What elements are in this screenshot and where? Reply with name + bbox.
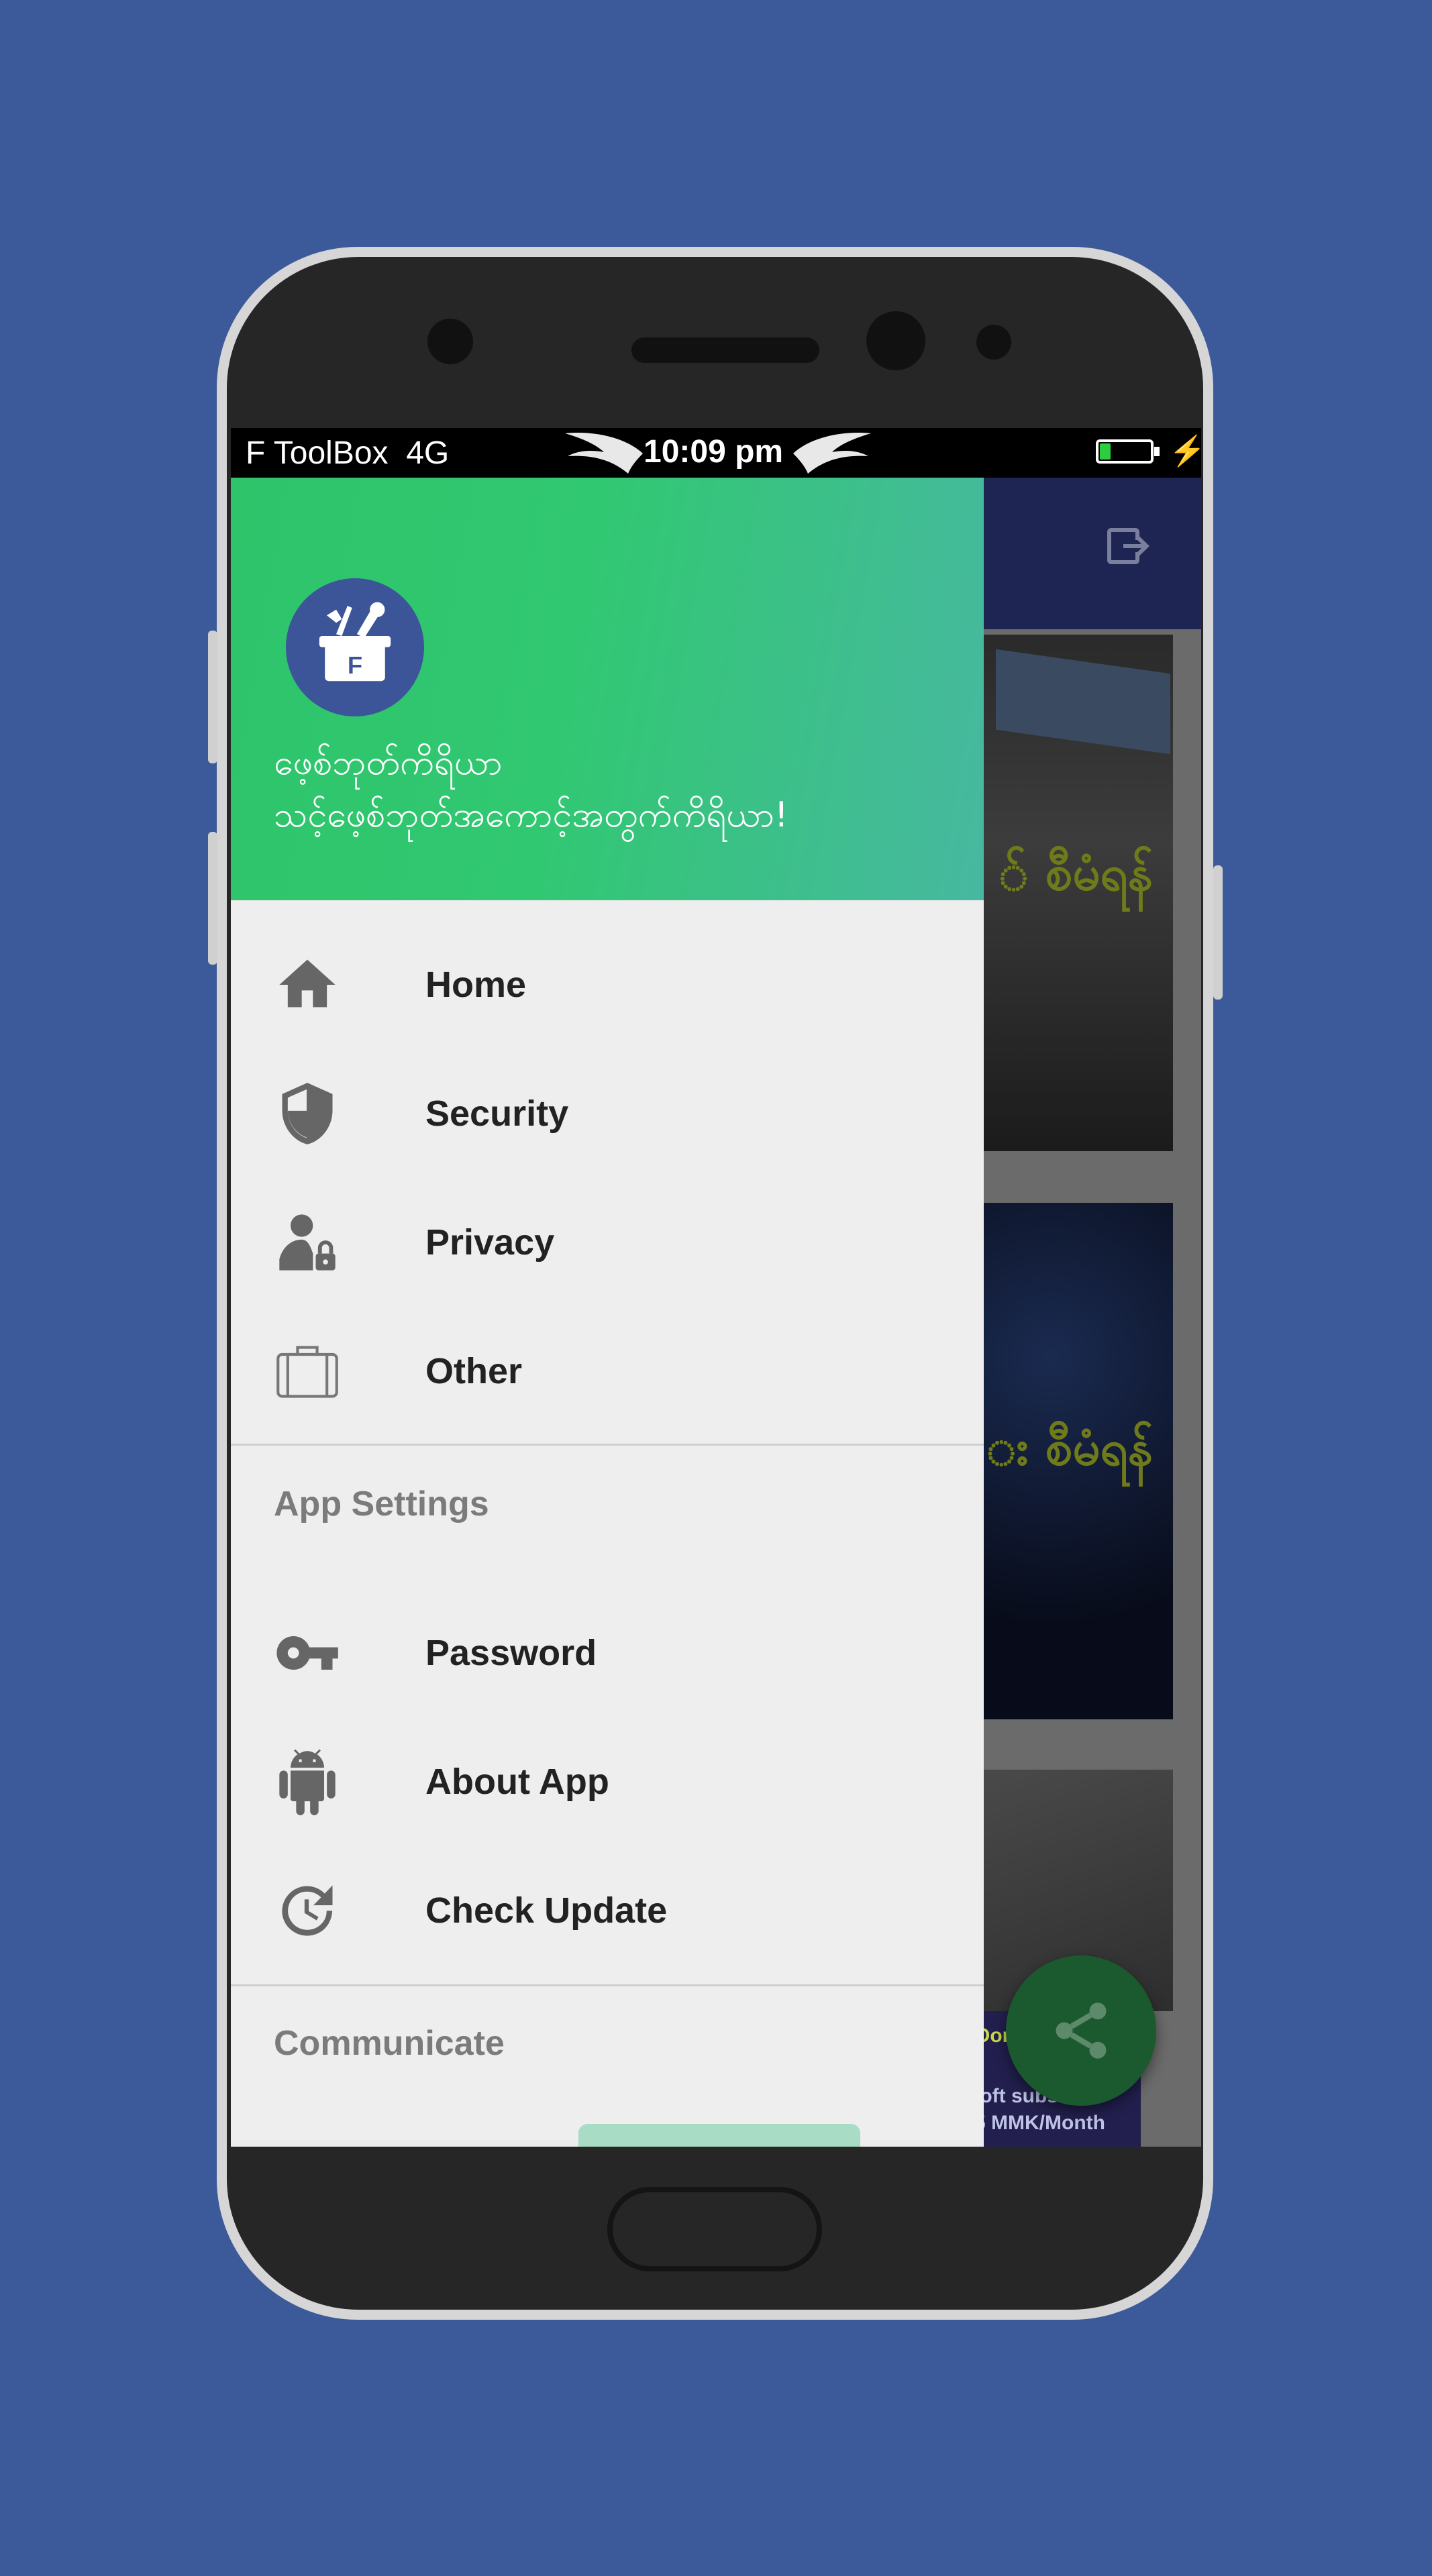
background-card-2[interactable]: း စီမံရန် bbox=[969, 1203, 1173, 1719]
wing-right-icon bbox=[793, 433, 871, 474]
drawer-header: F ဖေ့စ်ဘုတ်ကိရိယာ သင့်ဖေ့စ်ဘုတ်အကောင့်အတ… bbox=[231, 478, 984, 900]
navigation-drawer: F ဖေ့စ်ဘုတ်ကိရိယာ သင့်ဖေ့စ်ဘုတ်အကောင့်အတ… bbox=[231, 478, 984, 2147]
menu-item-label: Privacy bbox=[425, 1222, 555, 1263]
status-time: 10:09 pm bbox=[644, 434, 784, 470]
volume-down-button[interactable] bbox=[208, 832, 217, 965]
menu-item-password[interactable]: Password bbox=[231, 1589, 984, 1717]
briefcase-icon bbox=[276, 1346, 338, 1398]
wing-left-icon bbox=[565, 433, 643, 474]
menu-item-label: Password bbox=[425, 1633, 597, 1673]
android-icon bbox=[279, 1749, 336, 1815]
carrier-name: F ToolBox bbox=[246, 435, 389, 471]
ad-line-3: 5 MMK/Month bbox=[974, 2112, 1105, 2134]
logo-letter: F bbox=[348, 651, 362, 679]
battery-level bbox=[1100, 443, 1111, 460]
network-type: 4G bbox=[406, 435, 450, 471]
battery-icon bbox=[1096, 439, 1154, 464]
menu-item-label: About App bbox=[425, 1762, 609, 1802]
card-2-title: း စီမံရန် bbox=[986, 1419, 1153, 1476]
menu-item-other[interactable]: Other bbox=[231, 1307, 984, 1436]
power-button[interactable] bbox=[1213, 865, 1223, 1000]
share-icon bbox=[1056, 2002, 1107, 2059]
section-header-app-settings: App Settings bbox=[274, 1485, 489, 1523]
background-card-1[interactable]: ် စီမံရန် bbox=[969, 635, 1173, 1151]
status-bar: F ToolBox 4G 10:09 pm ⚡ bbox=[231, 428, 1201, 478]
drawer-header-subtitle: သင့်ဖေ့စ်ဘုတ်အကောင့်အတွက်ကိရိယာ! bbox=[274, 795, 788, 835]
front-sensor bbox=[427, 319, 473, 364]
shield-icon bbox=[282, 1083, 333, 1144]
menu-item-security[interactable]: Security bbox=[231, 1049, 984, 1178]
menu-item-label: Other bbox=[425, 1351, 523, 1391]
menu-item-privacy[interactable]: Privacy bbox=[231, 1178, 984, 1307]
home-button[interactable] bbox=[607, 2187, 822, 2271]
section-header-communicate: Communicate bbox=[274, 2024, 505, 2063]
battery-tip bbox=[1154, 447, 1160, 456]
screen: F ToolBox 4G 10:09 pm ⚡ ် စီမံရန် း စီမံ… bbox=[231, 428, 1201, 2147]
menu-item-label: Security bbox=[425, 1093, 569, 1134]
status-carrier: F ToolBox 4G bbox=[246, 435, 449, 472]
menu-item-about-app[interactable]: About App bbox=[231, 1717, 984, 1846]
card-1-image-detail bbox=[996, 649, 1170, 755]
card-1-title: ် စီမံရန် bbox=[998, 845, 1153, 901]
logout-icon[interactable] bbox=[1103, 522, 1152, 570]
drawer-bottom-item-peek bbox=[578, 2124, 860, 2147]
home-icon bbox=[279, 959, 336, 1008]
earpiece-speaker bbox=[631, 337, 819, 363]
menu-item-home[interactable]: Home bbox=[231, 920, 984, 1049]
front-camera bbox=[866, 311, 925, 370]
share-button[interactable] bbox=[1006, 1955, 1156, 2106]
proximity-sensor bbox=[976, 325, 1011, 360]
drawer-divider bbox=[231, 1984, 984, 1986]
drawer-header-title: ဖေ့စ်ဘုတ်ကိရိယာ bbox=[274, 743, 503, 783]
volume-up-button[interactable] bbox=[208, 631, 217, 763]
toolbox-icon: F bbox=[319, 602, 391, 682]
key-icon bbox=[276, 1636, 338, 1670]
update-icon bbox=[282, 1885, 333, 1936]
menu-item-check-update[interactable]: Check Update bbox=[231, 1846, 984, 1975]
menu-item-label: Check Update bbox=[425, 1890, 668, 1931]
user-lock-icon bbox=[279, 1214, 336, 1271]
drawer-divider bbox=[231, 1444, 984, 1446]
app-logo[interactable]: F bbox=[286, 578, 424, 716]
charging-icon: ⚡ bbox=[1169, 435, 1201, 468]
menu-item-label: Home bbox=[425, 965, 527, 1005]
